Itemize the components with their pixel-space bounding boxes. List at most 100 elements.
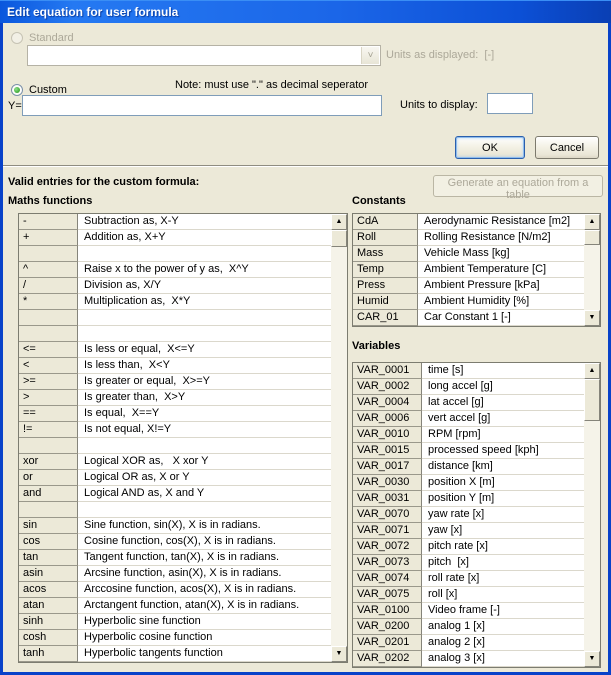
maths-scrollbar-thumb[interactable] [331, 230, 347, 247]
table-row[interactable]: <=Is less or equal, X<=Y [19, 342, 331, 358]
row-key: VAR_0015 [353, 443, 422, 459]
scroll-down-icon[interactable]: ▼ [331, 646, 347, 662]
variables-scrollbar-thumb[interactable] [584, 379, 600, 421]
formula-input[interactable] [22, 95, 382, 116]
standard-formula-select[interactable]: ˅ [27, 45, 381, 66]
table-row[interactable]: asinArcsine function, asin(X), X is in r… [19, 566, 331, 582]
table-row[interactable]: <Is less than, X<Y [19, 358, 331, 374]
table-row[interactable]: VAR_0030position X [m] [353, 475, 584, 491]
scroll-up-icon[interactable]: ▲ [584, 363, 600, 379]
row-key: atan [19, 598, 78, 614]
table-row[interactable]: atanArctangent function, atan(X), X is i… [19, 598, 331, 614]
scroll-down-icon[interactable]: ▼ [584, 651, 600, 667]
maths-scrollbar[interactable]: ▲ ▼ [331, 214, 347, 662]
table-row[interactable]: coshHyperbolic cosine function [19, 630, 331, 646]
table-row[interactable]: CAR_01Car Constant 1 [-] [353, 310, 584, 326]
table-row[interactable] [19, 246, 331, 262]
table-row[interactable]: !=Is not equal, X!=Y [19, 422, 331, 438]
row-key: VAR_0031 [353, 491, 422, 507]
table-row[interactable]: andLogical AND as, X and Y [19, 486, 331, 502]
row-key: - [19, 214, 78, 230]
row-description: Arccosine function, acos(X), X is in rad… [78, 582, 331, 598]
row-key: and [19, 486, 78, 502]
table-row[interactable] [19, 502, 331, 518]
table-row[interactable]: *Multiplication as, X*Y [19, 294, 331, 310]
table-row[interactable]: VAR_0070yaw rate [x] [353, 507, 584, 523]
row-description: Ambient Pressure [kPa] [418, 278, 584, 294]
table-row[interactable]: xorLogical XOR as, X xor Y [19, 454, 331, 470]
table-row[interactable]: VAR_0015processed speed [kph] [353, 443, 584, 459]
table-row[interactable]: VAR_0004lat accel [g] [353, 395, 584, 411]
row-key: VAR_0073 [353, 555, 422, 571]
constants-scrollbar-thumb[interactable] [584, 230, 600, 245]
cancel-button[interactable]: Cancel [535, 136, 599, 159]
row-description: Logical OR as, X or Y [78, 470, 331, 486]
table-row[interactable]: VAR_0074roll rate [x] [353, 571, 584, 587]
table-row[interactable] [19, 310, 331, 326]
scroll-up-icon[interactable]: ▲ [584, 214, 600, 230]
table-row[interactable]: PressAmbient Pressure [kPa] [353, 278, 584, 294]
table-row[interactable]: VAR_0002long accel [g] [353, 379, 584, 395]
row-description: Is less than, X<Y [78, 358, 331, 374]
table-row[interactable]: RollRolling Resistance [N/m2] [353, 230, 584, 246]
standard-radio[interactable] [11, 32, 23, 44]
table-row[interactable]: VAR_0200analog 1 [x] [353, 619, 584, 635]
table-row[interactable] [19, 326, 331, 342]
row-description: analog 1 [x] [422, 619, 584, 635]
table-row[interactable]: VAR_0031position Y [m] [353, 491, 584, 507]
table-row[interactable]: sinhHyperbolic sine function [19, 614, 331, 630]
scroll-up-icon[interactable]: ▲ [331, 214, 347, 230]
table-row[interactable]: VAR_0010RPM [rpm] [353, 427, 584, 443]
row-description: Tangent function, tan(X), X is in radian… [78, 550, 331, 566]
row-description: Sine function, sin(X), X is in radians. [78, 518, 331, 534]
generate-equation-button[interactable]: Generate an equation from a table [433, 175, 603, 197]
row-description: pitch rate [x] [422, 539, 584, 555]
row-key: cos [19, 534, 78, 550]
row-key: VAR_0001 [353, 363, 422, 379]
table-row[interactable]: CdAAerodynamic Resistance [m2] [353, 214, 584, 230]
table-row[interactable]: VAR_0071yaw [x] [353, 523, 584, 539]
table-row[interactable]: VAR_0006vert accel [g] [353, 411, 584, 427]
units-to-display-input[interactable] [487, 93, 533, 114]
valid-entries-heading: Valid entries for the custom formula: [8, 176, 199, 188]
table-row[interactable]: VAR_0017distance [km] [353, 459, 584, 475]
ok-button[interactable]: OK [455, 136, 525, 159]
table-row[interactable]: TempAmbient Temperature [C] [353, 262, 584, 278]
maths-functions-table: -Subtraction as, X-Y+Addition as, X+Y ^Ra… [18, 213, 348, 663]
table-row[interactable]: orLogical OR as, X or Y [19, 470, 331, 486]
table-row[interactable]: VAR_0072pitch rate [x] [353, 539, 584, 555]
row-description [78, 502, 331, 518]
scroll-down-icon[interactable]: ▼ [584, 310, 600, 326]
table-row[interactable]: VAR_0075roll [x] [353, 587, 584, 603]
row-key: == [19, 406, 78, 422]
table-row[interactable]: +Addition as, X+Y [19, 230, 331, 246]
table-row[interactable]: ==Is equal, X==Y [19, 406, 331, 422]
table-row[interactable]: MassVehicle Mass [kg] [353, 246, 584, 262]
row-key: <= [19, 342, 78, 358]
table-row[interactable] [19, 438, 331, 454]
table-row[interactable]: tanTangent function, tan(X), X is in rad… [19, 550, 331, 566]
table-row[interactable]: VAR_0201analog 2 [x] [353, 635, 584, 651]
row-key: VAR_0200 [353, 619, 422, 635]
table-row[interactable]: HumidAmbient Humidity [%] [353, 294, 584, 310]
table-row[interactable]: VAR_0001time [s] [353, 363, 584, 379]
row-description: Is greater or equal, X>=Y [78, 374, 331, 390]
table-row[interactable]: >=Is greater or equal, X>=Y [19, 374, 331, 390]
table-row[interactable]: ^Raise x to the power of y as, X^Y [19, 262, 331, 278]
table-row[interactable]: acosArccosine function, acos(X), X is in… [19, 582, 331, 598]
table-row[interactable]: sinSine function, sin(X), X is in radian… [19, 518, 331, 534]
table-row[interactable]: -Subtraction as, X-Y [19, 214, 331, 230]
table-row[interactable]: VAR_0202analog 3 [x] [353, 651, 584, 667]
row-description: Video frame [-] [422, 603, 584, 619]
table-row[interactable]: tanhHyperbolic tangents function [19, 646, 331, 662]
table-row[interactable]: /Division as, X/Y [19, 278, 331, 294]
row-key: Press [353, 278, 418, 294]
table-row[interactable]: >Is greater than, X>Y [19, 390, 331, 406]
constants-scrollbar[interactable]: ▲ ▼ [584, 214, 600, 326]
table-row[interactable]: VAR_0073pitch [x] [353, 555, 584, 571]
row-description: distance [km] [422, 459, 584, 475]
title-bar[interactable]: Edit equation for user formula [0, 0, 611, 23]
table-row[interactable]: VAR_0100Video frame [-] [353, 603, 584, 619]
variables-scrollbar[interactable]: ▲ ▼ [584, 363, 600, 667]
table-row[interactable]: cosCosine function, cos(X), X is in radi… [19, 534, 331, 550]
